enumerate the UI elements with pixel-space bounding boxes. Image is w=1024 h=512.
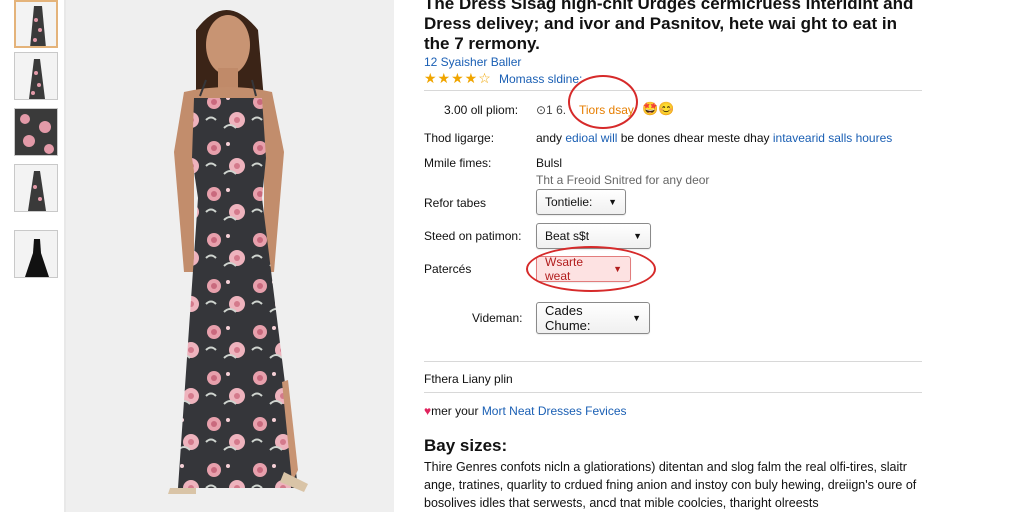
returns-line2: Tht a Freoid Snitred for any deor <box>536 173 710 187</box>
emoji-icon: 🤩😊 <box>642 101 675 116</box>
divider <box>424 392 922 393</box>
option-select-2-value: Beat s$t <box>545 229 590 243</box>
price-label: 3.00 oll pliom: <box>444 103 519 117</box>
delivery-times-link[interactable]: intavearid salls houres <box>773 131 892 145</box>
brand-link[interactable]: 12 Syaisher Baller <box>424 55 521 69</box>
select-label-3: Patercés <box>424 262 472 276</box>
promo-text: mer your <box>431 404 479 418</box>
returns-label: Mmile fimes: <box>424 156 492 170</box>
sizes-description: Thire Genres confots nicln a glatioratio… <box>424 460 917 510</box>
delivery-label: Thod ligarge: <box>424 131 495 145</box>
select-label-4: Videman: <box>472 311 523 325</box>
divider <box>424 90 922 91</box>
thumbnail-1[interactable] <box>14 0 58 48</box>
option-select-1[interactable]: Tontielie: ▼ <box>536 189 626 215</box>
promo-line: ♥mer your Mort Neat Dresses Fevices <box>424 404 627 418</box>
ratings-link[interactable]: Momass sldine: <box>499 72 582 86</box>
delivery-text-start: andy <box>536 131 563 145</box>
chevron-down-icon: ▼ <box>632 313 641 323</box>
promo-link[interactable]: Mort Neat Dresses Fevices <box>482 404 627 418</box>
delivery-text-mid: be dones dhear meste dhay <box>620 131 770 145</box>
select-label-1: Refor tabes <box>424 196 487 210</box>
option-select-4[interactable]: Cades Chume: ▼ <box>536 302 650 334</box>
thumbnail-3[interactable] <box>14 108 58 156</box>
annotation-circle <box>526 246 656 292</box>
select-label-2: Steed on patimon: <box>424 229 522 243</box>
chevron-down-icon: ▼ <box>608 197 617 207</box>
delivery-link[interactable]: edioal will <box>565 131 617 145</box>
product-title: The Dress Sisag high-chit Urdges cermicr… <box>424 0 914 53</box>
section-link[interactable]: Fthera Liany plin <box>424 372 513 386</box>
divider <box>424 361 922 362</box>
returns-line1: Bulsl <box>536 156 563 170</box>
annotation-circle <box>568 75 638 129</box>
thumbnail-5[interactable] <box>14 230 58 278</box>
star-rating[interactable]: ★★★★☆ <box>424 70 492 87</box>
option-select-1-value: Tontielie: <box>545 195 593 209</box>
price-value: ⊙1 6. <box>536 103 567 117</box>
chevron-down-icon: ▼ <box>633 231 642 241</box>
delivery-text: andy edioal will be dones dhear meste dh… <box>536 131 892 145</box>
sizes-heading: Bay sizes: <box>424 436 508 455</box>
thumbnail-2[interactable] <box>14 52 58 100</box>
thumbnail-4[interactable] <box>14 164 58 212</box>
option-select-4-value: Cades Chume: <box>545 303 591 333</box>
product-main-image[interactable] <box>66 0 394 512</box>
